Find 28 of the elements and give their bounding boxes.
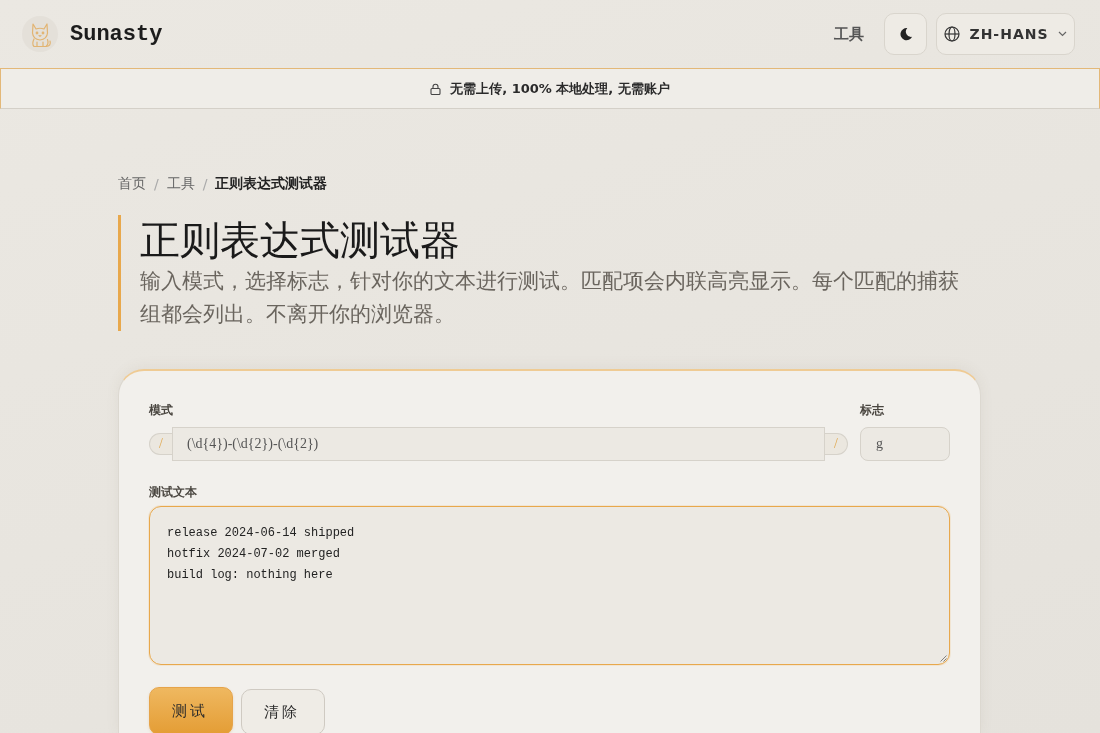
site-logo[interactable]: Sunasty — [70, 21, 163, 47]
open-delimiter: / — [149, 433, 172, 455]
resize-grip-icon[interactable] — [940, 655, 947, 662]
test-button[interactable]: 测试 — [149, 687, 233, 733]
flags-input[interactable]: g — [860, 427, 950, 461]
breadcrumb-link[interactable]: 工具 — [166, 175, 195, 193]
language-button[interactable]: ZH-HANS — [936, 13, 1075, 55]
tools-nav-link[interactable]: 工具 — [834, 24, 864, 44]
page-description: 输入模式，选择标志，针对你的文本进行测试。匹配项会内联高亮显示。每个匹配的捕获组都会列出。不离开你的浏览器。 — [140, 268, 960, 328]
theme-toggle-button[interactable] — [884, 13, 927, 55]
privacy-notice: 无需上传, 100% 本地处理, 无需账户 — [450, 79, 670, 98]
test-text-label: 测试文本 — [149, 485, 197, 500]
close-delimiter: / — [825, 433, 848, 455]
breadcrumb-separator: / — [154, 176, 159, 192]
breadcrumb-current-page: 正则表达式测试器 — [215, 175, 328, 193]
cat-logo-icon — [22, 16, 58, 52]
breadcrumb-separator: / — [202, 176, 208, 192]
lock-icon — [430, 82, 442, 95]
chevron-down-icon — [1057, 31, 1067, 37]
breadcrumb-link[interactable]: 首页 — [118, 175, 146, 193]
moon-icon — [898, 27, 913, 41]
pattern-label: 模式 — [149, 403, 173, 418]
page-title: 正则表达式测试器 — [140, 216, 460, 265]
clear-button[interactable]: 清除 — [241, 689, 325, 733]
pattern-input[interactable]: (\d{4})-(\d{2})-(\d{2}) — [172, 427, 825, 461]
test-text-input[interactable]: release 2024-06-14 shipped hotfix 2024-07-02 merged build log: nothing here — [149, 506, 950, 665]
globe-icon — [944, 26, 961, 42]
flags-label: 标志 — [860, 403, 884, 418]
